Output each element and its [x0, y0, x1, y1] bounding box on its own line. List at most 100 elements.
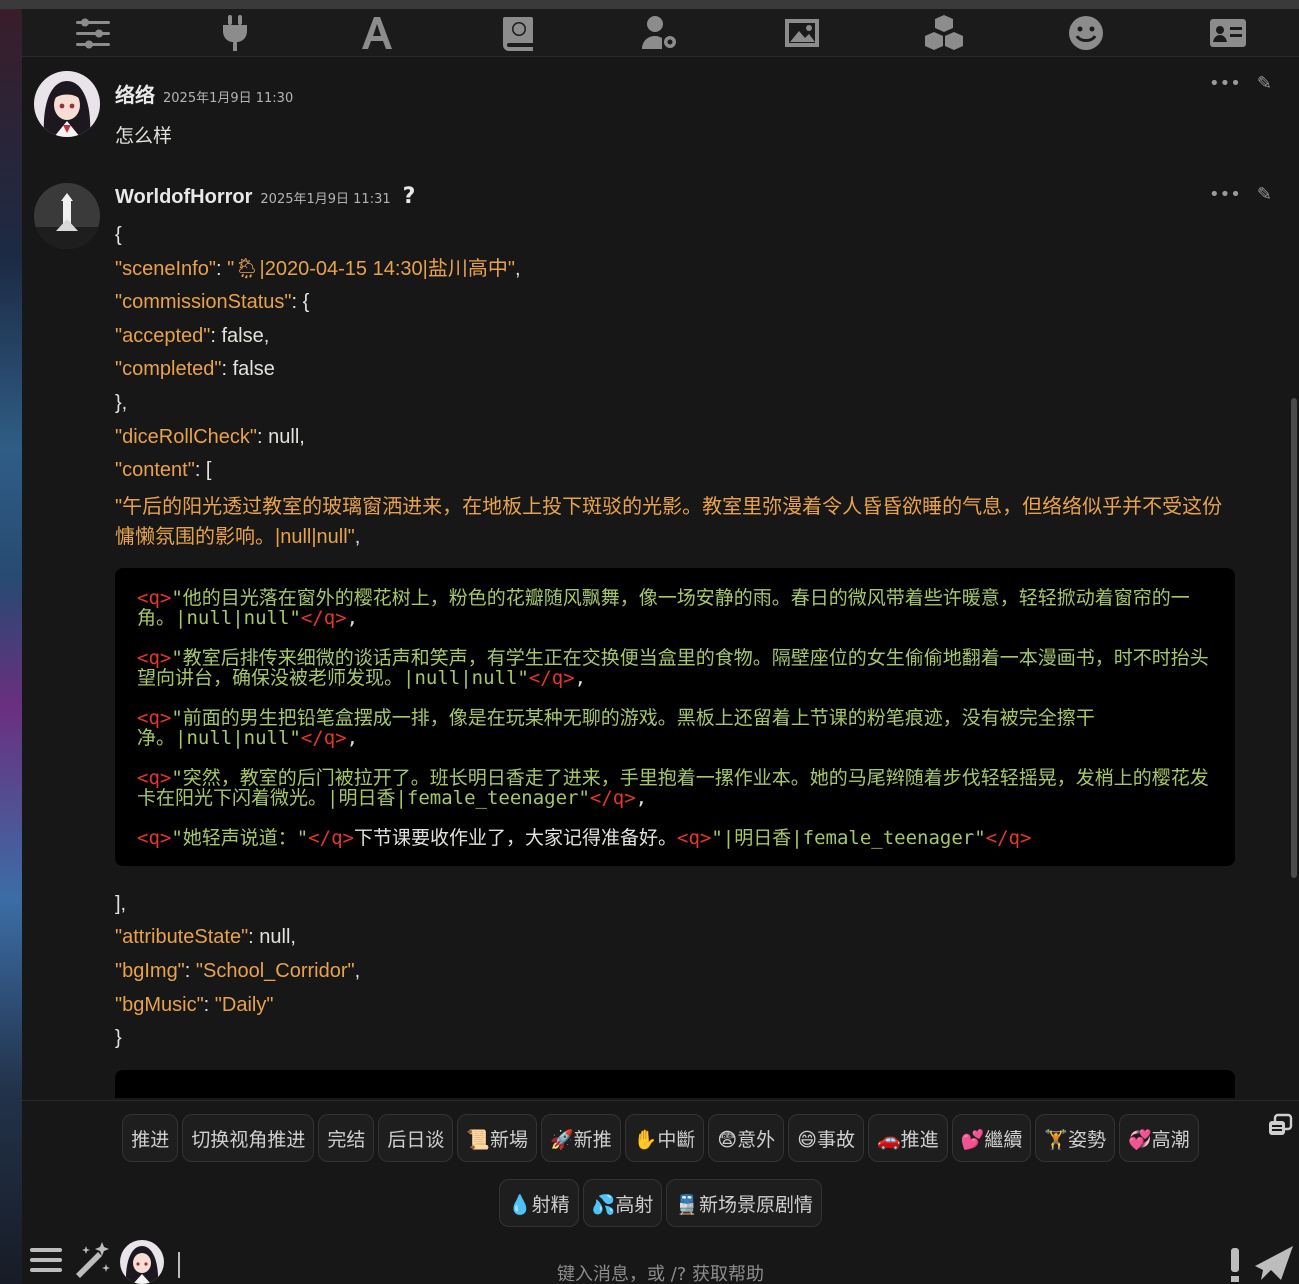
quick-reply-bar: 推进 切换视角推进 完结 后日谈 📜新場 🚀新推 ✋中斷 😨意外 😄事故 🚗推進… [22, 1100, 1299, 1236]
json-key: "attributeState" [115, 926, 249, 949]
json-close-array: ], [115, 892, 127, 915]
json-key: "accepted" [115, 324, 211, 347]
json-line-content: "content": [ [115, 454, 1235, 488]
more-options-icon[interactable]: ••• [1209, 73, 1241, 94]
json-line-bgimg: "bgImg": "School_Corridor", [115, 959, 361, 982]
code-line-text: "教室后排传来细微的谈话声和笑声，有学生正在交换便当盒里的食物。隔壁座位的女生偷… [137, 646, 1209, 689]
json-key: "bgMusic" [115, 993, 204, 1016]
json-punct: : [ [194, 459, 212, 482]
help-question-icon[interactable]: ? [403, 184, 416, 209]
json-key: "completed" [115, 358, 222, 381]
json-line-completed: "completed": false [115, 353, 1235, 387]
quick-reply-button[interactable]: 后日谈 [378, 1114, 454, 1162]
code-line-plain-text: 下节课要收作业了，大家记得准备好。 [353, 826, 677, 849]
smile-icon[interactable] [1056, 11, 1116, 55]
json-value: : false, [210, 324, 270, 347]
message-header: 络络 2025年1月9日 11:30 [115, 79, 293, 108]
code-block: <q> "他的目光落在窗外的樱花树上，粉色的花瓣随风飘舞，像一场安静的雨。春日的微… [115, 567, 1235, 866]
quick-reply-button[interactable]: 完结 [318, 1114, 375, 1162]
code-line: <q>"教室后排传来细微的谈话声和笑声，有学生正在交换便当盒里的食物。隔壁座位的… [137, 648, 1213, 688]
id-card-icon[interactable] [1198, 11, 1258, 55]
code-line-text: "他的目光落在窗外的樱花树上，粉色的花瓣随风飘舞，像一场安静的雨。春日的微风带着… [137, 586, 1190, 629]
json-close-object: }, [115, 391, 128, 414]
edit-pencil-icon[interactable]: ✎ [1257, 184, 1272, 205]
font-icon[interactable] [347, 11, 407, 55]
q-close-tag: </q> [985, 826, 1032, 849]
json-punct: , [354, 525, 361, 548]
q-open-tag: <q> [137, 646, 172, 669]
window-top-edge [0, 0, 1299, 9]
comma: , [346, 726, 359, 749]
user-gear-icon[interactable] [630, 11, 690, 55]
json-key: "bgImg" [115, 959, 185, 982]
quick-reply-button[interactable]: 🏋姿勢 [1035, 1114, 1116, 1162]
q-close-tag: </q> [308, 826, 354, 849]
message-timestamp: 2025年1月9日 11:30 [163, 91, 294, 106]
code-line: <q>"她轻声说道："</q>下节课要收作业了，大家记得准备好。<q>"|明日香… [137, 828, 1213, 848]
quick-reply-button[interactable]: 💞高潮 [1119, 1114, 1199, 1162]
quick-reply-row-2: 💧射精 💦高射 🚆新场景原剧情 [22, 1179, 1299, 1227]
copy-icon[interactable] [1267, 1113, 1293, 1137]
json-value: "School_Corridor" [195, 959, 355, 982]
code-line-text: "前面的男生把铅笔盒摆成一排，像是在玩某种无聊的游戏。黑板上还留着上节课的粉笔痕… [137, 706, 1095, 749]
image-icon[interactable] [772, 11, 832, 55]
comma: , [574, 666, 587, 689]
message-header: WorldofHorror 2025年1月9日 11:31 ? [115, 184, 415, 209]
message-timestamp: 2025年1月9日 11:31 [260, 192, 391, 207]
q-open-tag: <q> [137, 826, 172, 849]
message-text: 怎么样 [115, 125, 173, 147]
q-open-tag: <q> [137, 706, 172, 729]
json-key: "commissionStatus" [115, 291, 292, 314]
code-line-text: "她轻声说道：" [171, 826, 309, 849]
json-key: "content" [115, 459, 195, 482]
content-first-paragraph: "午后的阳光透过教室的玻璃窗洒进来，在地板上投下斑驳的光影。教室里弥漫着令人昏昏… [115, 492, 1235, 552]
quick-reply-button[interactable]: 推进 [122, 1114, 179, 1162]
comma: , [346, 606, 359, 629]
json-value: "🌦|2020-04-15 14:30|盐川高中" [227, 257, 515, 280]
json-key: "diceRollCheck" [115, 425, 258, 448]
message-input[interactable]: 键入消息，或 /? 获取帮助 [22, 1260, 1299, 1284]
code-line: <q>"突然，教室的后门被拉开了。班长明日香走了进来，手里抱着一摞作业本。她的马… [137, 768, 1213, 808]
message-actions: ••• ✎ [1209, 184, 1272, 205]
quick-reply-button[interactable]: 🚆新场景原剧情 [666, 1179, 822, 1227]
quick-reply-button[interactable]: 💕繼續 [951, 1114, 1032, 1162]
json-line-bgmusic: "bgMusic": "Daily" [115, 993, 274, 1016]
quick-reply-button[interactable]: 切换视角推进 [182, 1114, 315, 1162]
code-line: <q>"前面的男生把铅笔盒摆成一排，像是在玩某种无聊的游戏。黑板上还留着上节课的… [137, 708, 1213, 748]
json-value: : null, [248, 926, 296, 949]
message-actions: ••• ✎ [1209, 73, 1272, 94]
q-close-tag: </q> [300, 606, 347, 629]
next-code-block-partial [115, 1069, 1235, 1098]
quick-reply-button[interactable]: ✋中斷 [624, 1114, 705, 1162]
json-close-brace: } [115, 1027, 122, 1050]
background-art [0, 0, 22, 1284]
json-key: "sceneInfo" [115, 257, 216, 280]
json-line-commissionstatus: "commissionStatus": { [115, 286, 1235, 320]
json-line-sceneinfo: "sceneInfo": "🌦|2020-04-15 14:30|盐川高中", [115, 257, 521, 280]
q-close-tag: </q> [589, 786, 636, 809]
avatar[interactable] [34, 183, 100, 249]
json-punct: : { [291, 291, 310, 314]
code-line-text: "|明日香|female_teenager" [711, 826, 986, 849]
quick-reply-button[interactable]: 🚀新推 [541, 1114, 621, 1162]
send-icon[interactable] [1231, 1242, 1295, 1284]
edit-pencil-icon[interactable]: ✎ [1257, 73, 1272, 94]
quick-reply-button[interactable]: 💦高射 [582, 1179, 663, 1227]
chat-scrollbar[interactable] [1291, 398, 1297, 878]
quick-reply-button[interactable]: 💧射精 [498, 1179, 579, 1227]
quick-reply-button[interactable]: 📜新場 [457, 1114, 538, 1162]
avatar[interactable] [34, 71, 100, 137]
plug-icon[interactable] [205, 11, 265, 55]
quick-reply-button[interactable]: 😄事故 [788, 1114, 864, 1162]
json-value: : false [221, 358, 275, 381]
top-navigation-bar [22, 9, 1299, 57]
json-value: "Daily" [214, 993, 274, 1016]
sliders-icon[interactable] [63, 11, 123, 55]
cubes-icon[interactable] [914, 11, 974, 55]
more-options-icon[interactable]: ••• [1209, 184, 1241, 205]
quick-reply-button[interactable]: 🚗推進 [868, 1114, 948, 1162]
book-atlas-icon[interactable] [489, 11, 549, 55]
quick-reply-row-1: 推进 切换视角推进 完结 后日谈 📜新場 🚀新推 ✋中斷 😨意外 😄事故 🚗推進… [22, 1114, 1299, 1162]
q-open-tag: <q> [677, 826, 712, 849]
quick-reply-button[interactable]: 😨意外 [708, 1114, 785, 1162]
